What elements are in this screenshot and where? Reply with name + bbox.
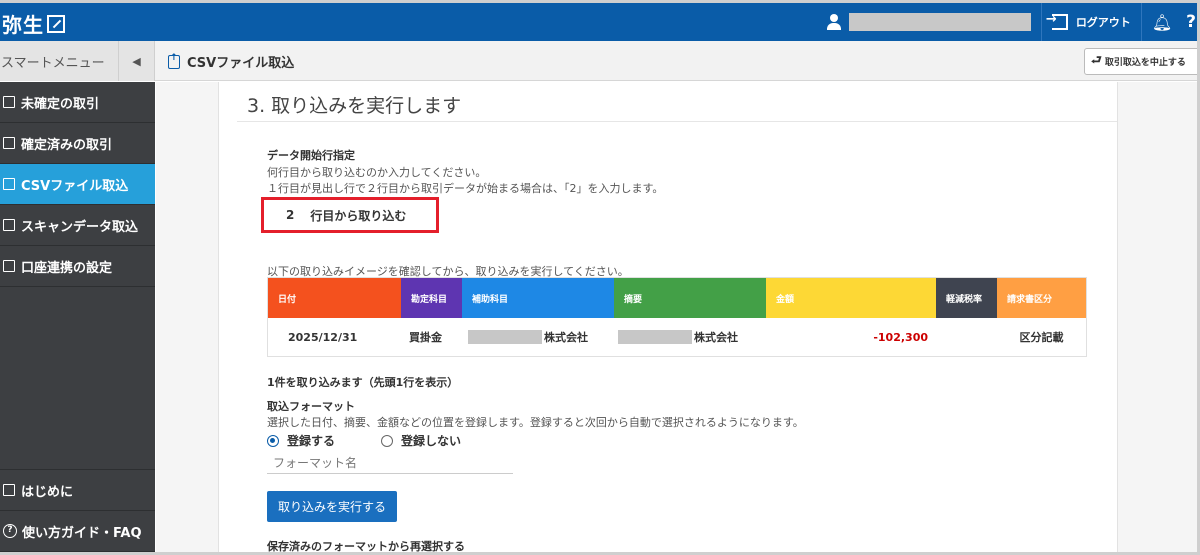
top-bar: 弥生 ログアウト 🔔︎ ?: [0, 3, 1197, 41]
printer-icon: [3, 219, 15, 231]
page-title-text: CSVファイル取込: [187, 56, 295, 71]
sidebar: 未確定の取引 確定済みの取引 CSVファイル取込 スキャンデータ取込 口座連携の…: [0, 82, 155, 552]
radio-register[interactable]: [267, 434, 279, 447]
list-icon: [3, 96, 15, 108]
bank-icon: [3, 260, 15, 272]
cell-date: 2025/12/31: [288, 330, 358, 344]
user-name-redacted[interactable]: [848, 13, 1031, 31]
column-header-sub-account[interactable]: 補助科目: [462, 278, 614, 318]
column-header-account[interactable]: 勘定科目: [401, 278, 462, 318]
cell-amount: -102,300: [873, 330, 928, 344]
column-header-invoice-type[interactable]: 請求書区分: [997, 278, 1086, 318]
cell-memo-text: 株式会社: [694, 331, 738, 344]
cell-sub-account: 株式会社: [462, 318, 614, 356]
sidebar-item-scan-import[interactable]: スキャンデータ取込: [0, 205, 155, 246]
radio-no-register[interactable]: [381, 434, 394, 447]
app-logo[interactable]: 弥生: [2, 9, 65, 38]
sidebar-item-label: はじめに: [21, 484, 74, 500]
sidebar-item-guide-faq[interactable]: ? 使い方ガイド・FAQ: [0, 511, 155, 552]
help-icon[interactable]: ?: [1186, 12, 1196, 32]
sub-header: スマートメニュー ◀ CSVファイル取込 ⮐ 取引取込を中止する: [0, 41, 1197, 81]
smart-menu-header: スマートメニュー ◀: [0, 41, 155, 81]
import-step-card: 3. 取り込みを実行します データ開始行指定 何行目から取り込むのか入力してくだ…: [218, 82, 1118, 552]
logo-mark-icon: [47, 14, 65, 33]
sidebar-item-unconfirmed[interactable]: 未確定の取引: [0, 82, 155, 123]
cell-sub-account-text: 株式会社: [544, 331, 588, 344]
stop-import-label: 取引取込を中止する: [1104, 58, 1186, 68]
check-list-icon: [3, 137, 15, 149]
stop-import-button[interactable]: ⮐ 取引取込を中止する: [1084, 48, 1197, 75]
import-count-text: 1件を取り込みます（先頭1行を表示）: [267, 376, 459, 389]
cell-memo: 株式会社: [614, 318, 766, 356]
sidebar-item-label: 未確定の取引: [21, 96, 100, 112]
cell-account: 買掛金: [409, 331, 442, 344]
sidebar-item-bank-link[interactable]: 口座連携の設定: [0, 246, 155, 287]
return-arrow-icon: ⮐: [1091, 53, 1102, 67]
format-description: 選択した日付、摘要、金額などの位置を登録します。登録すると次回から自動で選択され…: [267, 416, 804, 429]
start-row-field[interactable]: 2 行目から取り込む: [261, 197, 439, 233]
logout-label: ログアウト: [1075, 16, 1131, 29]
bell-icon[interactable]: 🔔︎: [1152, 13, 1172, 32]
top-right-controls: ログアウト 🔔︎ ?: [817, 3, 1197, 41]
redacted-text: [618, 330, 692, 344]
sidebar-bottom: はじめに ? 使い方ガイド・FAQ: [0, 469, 155, 552]
book-icon: [3, 484, 15, 496]
smart-menu-label: スマートメニュー: [1, 55, 105, 71]
logout-button[interactable]: ログアウト: [1046, 12, 1131, 30]
sidebar-item-label: 確定済みの取引: [21, 137, 113, 153]
import-preview-table: 日付 勘定科目 補助科目 摘要 金額 軽減税率 請求書区分 2025/12/31…: [267, 277, 1087, 357]
start-row-suffix: 行目から取り込む: [310, 208, 407, 223]
sidebar-item-label: 口座連携の設定: [21, 260, 113, 276]
sidebar-item-getting-started[interactable]: はじめに: [0, 470, 155, 511]
sidebar-item-label: スキャンデータ取込: [21, 219, 139, 235]
column-header-amount[interactable]: 金額: [766, 278, 936, 318]
start-row-value[interactable]: 2: [286, 208, 294, 222]
column-header-date[interactable]: 日付: [268, 278, 401, 318]
sidebar-item-csv-import[interactable]: CSVファイル取込: [0, 164, 155, 205]
collapse-sidebar-button[interactable]: ◀: [118, 41, 154, 81]
logo-text: 弥生: [2, 13, 44, 37]
radio-register-label[interactable]: 登録する: [287, 432, 335, 449]
preview-header-row: 日付 勘定科目 補助科目 摘要 金額 軽減税率 請求書区分: [268, 278, 1086, 318]
app-window: 弥生 ログアウト 🔔︎ ? スマートメニュー ◀ CSVファイル取込 ⮐: [0, 0, 1200, 555]
cell-reduced-tax: [936, 318, 997, 356]
user-icon: [826, 14, 841, 30]
radio-no-register-label[interactable]: 登録しない: [401, 432, 461, 449]
divider: [1140, 3, 1142, 41]
format-heading: 取込フォーマット: [267, 400, 355, 413]
logout-icon: [1046, 12, 1068, 30]
file-upload-icon: [168, 53, 180, 69]
data-start-description: 何行目から取り込むのか入力してください。: [267, 166, 487, 179]
column-header-reduced-tax[interactable]: 軽減税率: [936, 278, 997, 318]
help-circle-icon: ?: [3, 524, 17, 538]
reselect-format-heading[interactable]: 保存済みのフォーマットから再選択する: [267, 538, 465, 552]
execute-import-button[interactable]: 取り込みを実行する: [267, 491, 397, 522]
divider: [237, 121, 1117, 122]
sidebar-item-confirmed[interactable]: 確定済みの取引: [0, 123, 155, 164]
format-register-options: 登録する 登録しない: [267, 432, 507, 449]
preview-data-row: 2025/12/31 買掛金 株式会社 株式会社 -102,300 区分記載: [268, 318, 1086, 356]
page-title: CSVファイル取込: [168, 52, 294, 71]
file-upload-icon: [3, 178, 15, 190]
sidebar-item-label: CSVファイル取込: [21, 178, 129, 194]
sidebar-item-label: 使い方ガイド・FAQ: [22, 525, 142, 541]
step-title: 3. 取り込みを実行します: [247, 95, 462, 117]
divider: [1040, 3, 1042, 41]
redacted-text: [468, 330, 542, 344]
cell-invoice-type: 区分記載: [1019, 331, 1064, 344]
format-name-input[interactable]: [267, 452, 513, 474]
data-start-example: １行目が見出し行で２行目から取引データが始まる場合は、「2」を入力します。: [267, 182, 664, 195]
column-header-memo[interactable]: 摘要: [614, 278, 766, 318]
data-start-heading: データ開始行指定: [267, 149, 355, 162]
